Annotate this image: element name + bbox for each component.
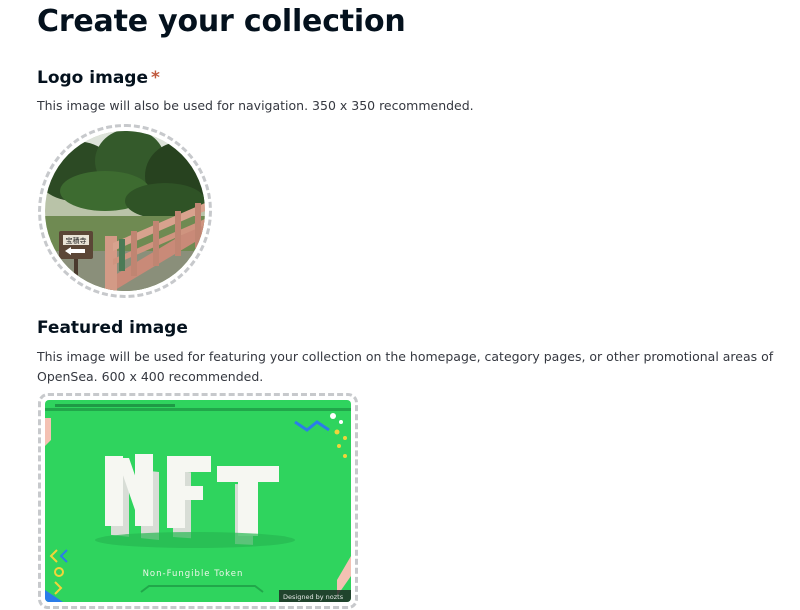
logo-image-title: Logo image [37, 68, 148, 88]
featured-image-title: Featured image [37, 318, 188, 338]
logo-sign-text: 宝積寺 [66, 236, 87, 245]
featured-image-preview: Non-Fungible Token Designed by nozts [45, 400, 351, 602]
logo-image-heading: Logo image * [37, 68, 160, 88]
page-title: Create your collection [37, 4, 406, 39]
nft-credit-text: Designed by nozts [283, 593, 344, 601]
featured-image-dropzone[interactable]: Non-Fungible Token Designed by nozts [38, 393, 358, 609]
logo-image-preview: 宝積寺 [45, 131, 205, 291]
required-marker: * [151, 68, 160, 88]
featured-image-description: This image will be used for featuring yo… [37, 349, 774, 384]
logo-image-description: This image will also be used for navigat… [37, 98, 474, 113]
nft-subtitle-text: Non-Fungible Token [143, 569, 244, 579]
logo-image-dropzone[interactable]: 宝積寺 [38, 124, 212, 298]
